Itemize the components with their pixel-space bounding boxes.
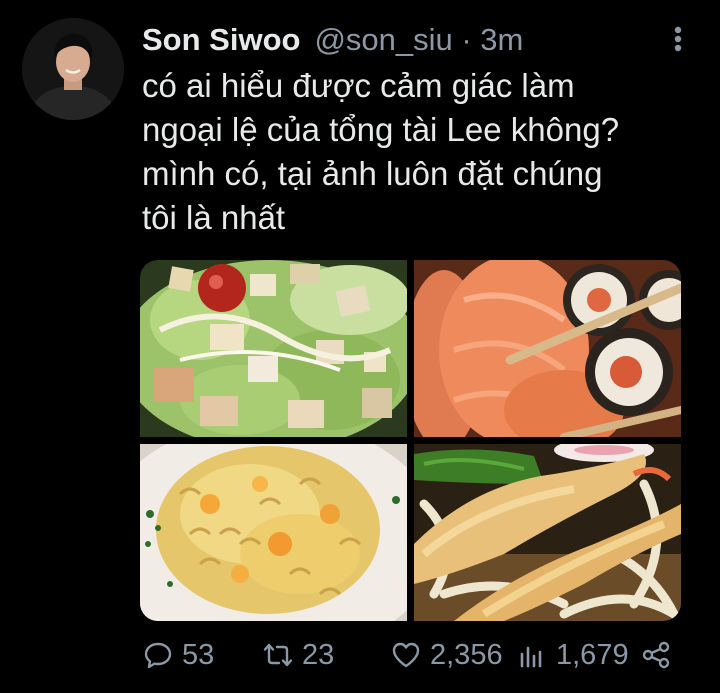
media-grid — [140, 260, 681, 621]
retweet-icon — [263, 643, 293, 667]
like-button[interactable]: 2,356 — [390, 632, 503, 678]
analytics-icon — [520, 646, 542, 668]
tweet: Son Siwoo @son_siu · 3m có ai hiểu được … — [0, 0, 720, 693]
retweet-button[interactable]: 23 — [262, 632, 334, 678]
photo-mac-and-cheese[interactable] — [140, 444, 407, 621]
retweet-count: 23 — [302, 638, 335, 671]
photo-tempura-udon[interactable] — [414, 444, 681, 621]
tweet-text: có ai hiểu được cảm giác làm ngoại lệ củ… — [142, 64, 702, 240]
photo-salad[interactable] — [140, 260, 407, 437]
tweet-actions: 53 23 2,356 1,679 — [140, 632, 680, 678]
tweet-text-line: có ai hiểu được cảm giác làm — [142, 67, 575, 104]
photo-sushi[interactable] — [414, 260, 681, 437]
author-handle-time[interactable]: @son_siu · 3m — [314, 22, 523, 58]
like-count: 2,356 — [430, 638, 503, 671]
reply-count: 53 — [182, 638, 215, 671]
tweet-header: Son Siwoo @son_siu · 3m — [142, 20, 523, 60]
analytics-button[interactable]: 1,679 — [516, 632, 629, 678]
view-count: 1,679 — [556, 638, 629, 671]
more-vertical-icon[interactable] — [668, 24, 688, 54]
share-button[interactable] — [640, 632, 680, 678]
avatar[interactable] — [22, 18, 124, 120]
tweet-text-line: ngoại lệ của tổng tài Lee không? — [142, 111, 620, 148]
share-icon — [642, 641, 670, 669]
tweet-text-line: mình có, tại ảnh luôn đặt chúng — [142, 155, 603, 192]
author-name[interactable]: Son Siwoo — [142, 22, 300, 58]
reply-icon — [144, 642, 172, 669]
tweet-text-line: tôi là nhất — [142, 199, 286, 236]
reply-button[interactable]: 53 — [142, 632, 214, 678]
like-icon — [392, 642, 420, 668]
